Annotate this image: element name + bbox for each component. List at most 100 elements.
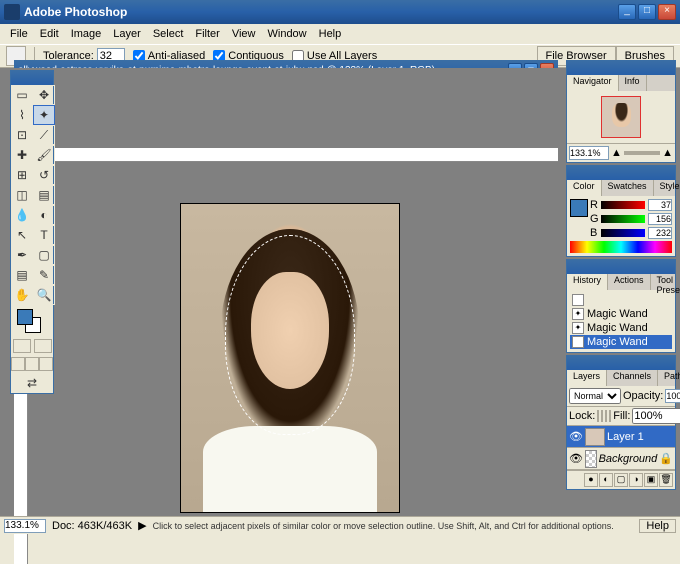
blend-mode-select[interactable]: Normal: [569, 388, 621, 404]
layer-style-button[interactable]: ●: [584, 473, 598, 487]
menu-filter[interactable]: Filter: [189, 26, 225, 42]
screen-full[interactable]: [39, 357, 53, 371]
ruler-horizontal[interactable]: [14, 148, 558, 162]
eraser-tool[interactable]: ◫: [11, 185, 33, 205]
hand-tool[interactable]: ✋: [11, 285, 33, 305]
adjustment-layer-button[interactable]: ◑: [629, 473, 643, 487]
tab-history[interactable]: History: [567, 274, 608, 290]
navigator-zoom-slider[interactable]: [624, 151, 660, 155]
brush-tool[interactable]: 🖌: [33, 145, 55, 165]
magic-wand-tool[interactable]: ✦: [33, 105, 55, 125]
shape-tool[interactable]: ▢: [33, 245, 55, 265]
color-swatches[interactable]: [11, 305, 53, 337]
eyedropper-tool[interactable]: ✎: [33, 265, 55, 285]
foreground-color-swatch[interactable]: [17, 309, 33, 325]
maximize-button[interactable]: □: [638, 4, 656, 20]
visibility-icon[interactable]: 👁: [569, 452, 583, 465]
g-slider[interactable]: [601, 215, 645, 223]
jump-to-imageready[interactable]: ⇄: [11, 373, 53, 393]
lock-pixels[interactable]: [601, 410, 603, 422]
blur-tool[interactable]: 💧: [11, 205, 33, 225]
gradient-tool[interactable]: ▤: [33, 185, 55, 205]
healing-tool[interactable]: ✚: [11, 145, 33, 165]
navigator-titlebar[interactable]: [567, 61, 675, 75]
tab-styles[interactable]: Styles: [654, 180, 680, 196]
history-titlebar[interactable]: [567, 260, 675, 274]
screen-standard[interactable]: [11, 357, 25, 371]
layer-name[interactable]: Layer 1: [607, 431, 644, 443]
minimize-button[interactable]: _: [618, 4, 636, 20]
tab-navigator[interactable]: Navigator: [567, 75, 619, 91]
toolbox-titlebar[interactable]: [11, 71, 53, 85]
tab-paths[interactable]: Paths: [658, 370, 680, 386]
path-tool[interactable]: ↖: [11, 225, 33, 245]
r-slider[interactable]: [601, 201, 645, 209]
tab-channels[interactable]: Channels: [607, 370, 658, 386]
zoom-out-icon[interactable]: ▲: [611, 147, 622, 159]
crop-tool[interactable]: ⊡: [11, 125, 33, 145]
tab-layers[interactable]: Layers: [567, 370, 607, 386]
menu-edit[interactable]: Edit: [34, 26, 65, 42]
menu-select[interactable]: Select: [147, 26, 190, 42]
history-brush-tool[interactable]: ↺: [33, 165, 55, 185]
menu-view[interactable]: View: [226, 26, 262, 42]
slice-tool[interactable]: ⟋: [33, 125, 55, 145]
status-doc-size[interactable]: Doc: 463K/463K: [52, 520, 132, 532]
new-layer-button[interactable]: ▣: [644, 473, 658, 487]
lock-position[interactable]: [605, 410, 607, 422]
tab-info[interactable]: Info: [619, 75, 647, 91]
tab-toolpresets[interactable]: Tool Presets: [651, 274, 680, 290]
navigator-thumbnail[interactable]: [601, 96, 641, 138]
status-arrow-icon[interactable]: ▶: [138, 519, 146, 532]
color-titlebar[interactable]: [567, 166, 675, 180]
history-item[interactable]: ✦Magic Wand: [570, 335, 672, 349]
lock-transparency[interactable]: [597, 410, 599, 422]
color-fg-swatch[interactable]: [570, 199, 588, 217]
pen-tool[interactable]: ✒: [11, 245, 33, 265]
layer-row[interactable]: 👁 Layer 1: [567, 426, 675, 448]
color-spectrum[interactable]: [570, 241, 672, 253]
layer-thumbnail[interactable]: [585, 450, 597, 468]
layer-row[interactable]: 👁 Background 🔒: [567, 448, 675, 470]
marquee-tool[interactable]: ▭: [11, 85, 33, 105]
g-input[interactable]: [648, 213, 672, 225]
fill-input[interactable]: [632, 408, 680, 424]
tab-actions[interactable]: Actions: [608, 274, 651, 290]
close-button[interactable]: ×: [658, 4, 676, 20]
lasso-tool[interactable]: ⌇: [11, 105, 33, 125]
delete-layer-button[interactable]: 🗑: [659, 473, 673, 487]
layer-set-button[interactable]: ▢: [614, 473, 628, 487]
menu-image[interactable]: Image: [65, 26, 108, 42]
tab-swatches[interactable]: Swatches: [602, 180, 654, 196]
move-tool[interactable]: ✥: [33, 85, 55, 105]
lock-all[interactable]: [609, 410, 611, 422]
dodge-tool[interactable]: ◐: [33, 205, 55, 225]
zoom-in-icon[interactable]: ▲: [662, 147, 673, 159]
notes-tool[interactable]: ▤: [11, 265, 33, 285]
menu-layer[interactable]: Layer: [107, 26, 147, 42]
zoom-tool[interactable]: 🔍: [33, 285, 55, 305]
quickmask-off[interactable]: [13, 339, 31, 353]
status-help-button[interactable]: Help: [639, 519, 676, 533]
history-item[interactable]: ✦Magic Wand: [570, 307, 672, 321]
tab-color[interactable]: Color: [567, 180, 602, 196]
type-tool[interactable]: T: [33, 225, 55, 245]
opacity-input[interactable]: [665, 389, 680, 403]
menu-window[interactable]: Window: [262, 26, 313, 42]
b-input[interactable]: [648, 227, 672, 239]
history-snapshot[interactable]: [570, 293, 672, 307]
history-item[interactable]: ✦Magic Wand: [570, 321, 672, 335]
navigator-zoom-input[interactable]: [569, 146, 609, 160]
stamp-tool[interactable]: ⊞: [11, 165, 33, 185]
status-zoom-input[interactable]: [4, 519, 46, 533]
quickmask-on[interactable]: [34, 339, 52, 353]
menu-file[interactable]: File: [4, 26, 34, 42]
b-slider[interactable]: [601, 229, 645, 237]
screen-fullmenu[interactable]: [25, 357, 39, 371]
layer-mask-button[interactable]: ◐: [599, 473, 613, 487]
layers-titlebar[interactable]: [567, 356, 675, 370]
menu-help[interactable]: Help: [313, 26, 348, 42]
visibility-icon[interactable]: 👁: [569, 430, 583, 443]
canvas[interactable]: [180, 203, 400, 513]
r-input[interactable]: [648, 199, 672, 211]
